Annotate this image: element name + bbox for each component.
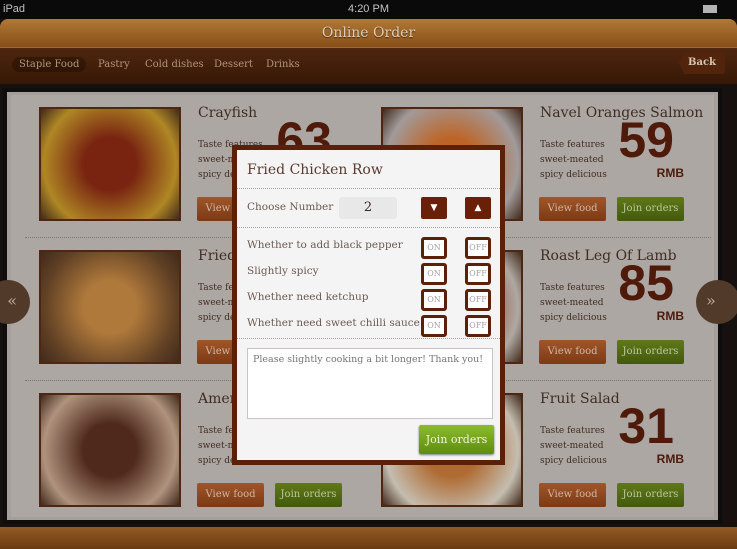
option-on-toggle[interactable]: ON <box>421 289 447 311</box>
tab-staple-food[interactable]: Staple Food <box>12 57 87 72</box>
description-line: spicy delicious <box>540 170 607 180</box>
option-label: Whether need sweet chilli sauce <box>247 317 420 329</box>
food-title: Amer <box>198 391 237 407</box>
increase-button[interactable]: ▲ <box>465 197 491 219</box>
option-off-toggle[interactable]: OFF <box>465 263 491 285</box>
category-nav: Back Staple Food Pastry Cold dishes Dessert… <box>0 47 737 84</box>
bottom-bar <box>0 527 737 549</box>
option-on-toggle[interactable]: ON <box>421 263 447 285</box>
description-line: spicy delicious <box>540 313 607 323</box>
back-button[interactable]: Back <box>679 52 725 74</box>
description-line: spicy delicious <box>540 456 607 466</box>
description-line: sweet-meated <box>540 155 604 165</box>
choose-number-label: Choose Number <box>247 201 334 213</box>
food-image[interactable] <box>39 250 181 364</box>
page-title: Online Order <box>321 25 416 41</box>
currency: RMB <box>656 452 684 466</box>
join-orders-button[interactable]: Join orders <box>617 340 684 364</box>
description-line: Taste features <box>540 283 605 293</box>
description-line: Taste features <box>540 140 605 150</box>
tab-cold-dishes[interactable]: Cold dishes <box>139 57 210 72</box>
dialog-title: Fried Chicken Row <box>247 162 383 178</box>
join-orders-button[interactable]: Join orders <box>275 483 342 507</box>
next-page-button[interactable]: » <box>696 280 737 324</box>
option-off-toggle[interactable]: OFF <box>465 315 491 337</box>
battery-icon <box>703 5 717 13</box>
price: 59 <box>618 112 674 168</box>
note-input[interactable] <box>247 348 493 419</box>
option-label: Slightly spicy <box>247 265 319 277</box>
option-on-toggle[interactable]: ON <box>421 237 447 259</box>
tab-dessert[interactable]: Dessert <box>208 57 259 72</box>
price: 85 <box>618 255 674 311</box>
view-food-button[interactable]: View food <box>539 483 606 507</box>
option-label: Whether need ketchup <box>247 291 369 303</box>
price: 31 <box>618 398 674 454</box>
description-line: sweet-meated <box>540 441 604 451</box>
food-description: Taste features sweet-meated spicy deliciou… <box>540 138 607 183</box>
description-line: Taste features <box>540 426 605 436</box>
join-orders-button[interactable]: Join orders <box>617 483 684 507</box>
join-orders-button[interactable]: Join orders <box>419 425 494 454</box>
app-header: Online Order <box>0 19 737 47</box>
currency: RMB <box>656 309 684 323</box>
tab-pastry[interactable]: Pastry <box>92 57 136 72</box>
food-title: Crayfish <box>198 105 258 121</box>
food-title: Fried <box>198 248 237 264</box>
clock: 4:20 PM <box>348 3 389 15</box>
order-options-dialog: Fried Chicken Row Choose Number 2 ▼ ▲ Wh… <box>232 145 505 465</box>
food-description: Taste features sweet-meated spicy deliciou… <box>540 424 607 469</box>
description-line: sweet-meated <box>540 298 604 308</box>
option-off-toggle[interactable]: OFF <box>465 237 491 259</box>
tab-drinks[interactable]: Drinks <box>260 57 306 72</box>
view-food-button[interactable]: View food <box>197 483 264 507</box>
divider <box>237 188 500 189</box>
view-food-button[interactable]: View food <box>539 197 606 221</box>
food-description: Taste features sweet-meated spicy deliciou… <box>540 281 607 326</box>
triangle-up-icon: ▲ <box>474 203 482 213</box>
food-image[interactable] <box>39 107 181 221</box>
status-bar: iPad 4:20 PM <box>0 0 737 19</box>
triangle-down-icon: ▼ <box>430 203 438 213</box>
quantity-field[interactable]: 2 <box>339 197 397 219</box>
food-image[interactable] <box>39 393 181 507</box>
option-off-toggle[interactable]: OFF <box>465 289 491 311</box>
divider <box>237 227 500 228</box>
decrease-button[interactable]: ▼ <box>421 197 447 219</box>
option-on-toggle[interactable]: ON <box>421 315 447 337</box>
currency: RMB <box>656 166 684 180</box>
join-orders-button[interactable]: Join orders <box>617 197 684 221</box>
divider <box>237 338 500 339</box>
view-food-button[interactable]: View food <box>539 340 606 364</box>
option-label: Whether to add black pepper <box>247 239 403 251</box>
